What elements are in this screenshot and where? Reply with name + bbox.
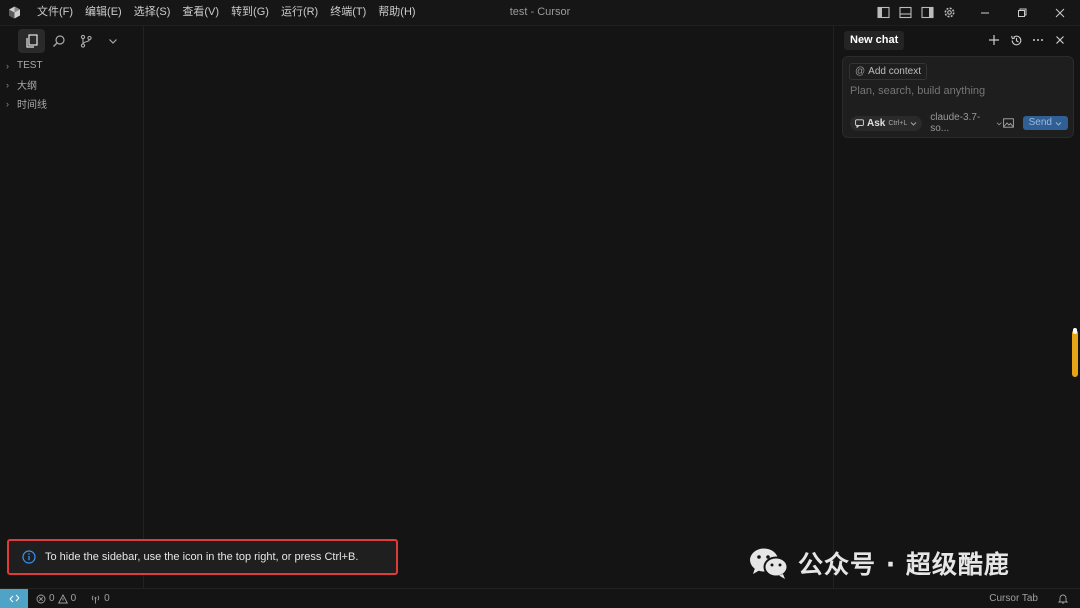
notifications-button[interactable]	[1058, 593, 1068, 604]
bell-icon	[1058, 594, 1068, 604]
warning-icon	[57, 593, 68, 603]
more-views-button[interactable]	[99, 29, 126, 53]
add-context-button[interactable]: @ Add context	[849, 63, 927, 80]
search-icon	[52, 35, 65, 47]
at-icon: @	[855, 66, 866, 77]
gear-icon	[944, 7, 954, 18]
more-horizontal-icon	[1033, 39, 1043, 41]
close-icon	[1055, 8, 1065, 17]
chat-composer: @ Add context Ask Ctrl+L claude-3.7-so..…	[842, 56, 1074, 138]
chat-mode-shortcut: Ctrl+L	[888, 119, 908, 127]
close-chat-button[interactable]	[1049, 30, 1071, 50]
sidebar-left-icon	[876, 6, 890, 19]
tree-section-outline[interactable]: › 大纲	[0, 75, 143, 94]
search-tab[interactable]	[45, 29, 72, 53]
watermark: 公众号 · 超级酷鹿	[748, 543, 1010, 583]
composer-controls: Ask Ctrl+L claude-3.7-so... Send	[850, 112, 1068, 134]
status-right: Cursor Tab	[981, 589, 1080, 608]
menu-run[interactable]: 运行(R)	[275, 0, 324, 25]
send-label: Send	[1028, 117, 1052, 128]
error-icon	[36, 594, 46, 603]
watermark-text: 公众号 · 超级酷鹿	[798, 550, 1010, 579]
source-control-tab[interactable]	[72, 29, 99, 53]
chat-tab-new-chat[interactable]: New chat	[844, 31, 905, 50]
plus-icon	[989, 35, 999, 45]
notification-message: To hide the sidebar, use the icon in the…	[45, 551, 359, 563]
menu-help[interactable]: 帮助(H)	[372, 0, 421, 25]
title-bar: 文件(F) 编辑(E) 选择(S) 查看(V) 转到(G) 运行(R) 终端(T…	[0, 0, 1080, 26]
info-icon	[22, 550, 36, 564]
menu-file[interactable]: 文件(F)	[31, 0, 79, 25]
restore-button[interactable]	[1002, 0, 1042, 25]
remote-icon	[9, 594, 19, 603]
layout-controls	[872, 0, 960, 25]
error-count: 0	[49, 593, 55, 604]
tree-section-label: 大纲	[17, 81, 37, 92]
sidebar-right-icon	[920, 6, 934, 19]
settings-button[interactable]	[938, 0, 960, 25]
panel-bottom-icon	[898, 6, 912, 19]
cursor-tab-status[interactable]: Cursor Tab	[989, 593, 1038, 604]
send-button[interactable]: Send	[1022, 116, 1068, 130]
chevron-down-icon	[910, 121, 917, 126]
chevron-down-icon	[108, 39, 117, 44]
ports-count: 0	[104, 593, 110, 604]
sidebar-view-tabs	[18, 29, 126, 53]
minimize-button[interactable]	[965, 0, 1005, 25]
image-icon	[1002, 118, 1014, 128]
chevron-right-icon: ›	[6, 98, 9, 109]
tree-section-test[interactable]: › TEST	[0, 56, 143, 75]
broadcast-icon	[91, 594, 100, 603]
explorer-tab[interactable]	[18, 29, 45, 53]
close-icon	[1056, 36, 1064, 44]
chat-more-button[interactable]	[1027, 30, 1049, 50]
model-label: claude-3.7-so...	[930, 112, 981, 134]
chat-mode-label: Ask	[867, 117, 886, 129]
menu-view[interactable]: 查看(V)	[176, 0, 225, 25]
chat-bubble-icon	[855, 118, 864, 128]
menu-bar: 文件(F) 编辑(E) 选择(S) 查看(V) 转到(G) 运行(R) 终端(T…	[31, 0, 422, 25]
chat-mode-select[interactable]: Ask Ctrl+L	[850, 115, 923, 131]
editor-area[interactable]	[144, 26, 832, 588]
warning-count: 0	[70, 593, 77, 604]
menu-go[interactable]: 转到(G)	[225, 0, 275, 25]
model-select[interactable]: claude-3.7-so...	[930, 112, 1002, 134]
chat-input[interactable]	[850, 85, 1065, 97]
toggle-primary-sidebar-button[interactable]	[872, 0, 894, 25]
tree-section-timeline[interactable]: › 时间线	[0, 94, 143, 113]
problems-indicator[interactable]: 0 0	[36, 593, 76, 604]
ports-indicator[interactable]: 0	[90, 593, 110, 604]
tree-section-label: TEST	[17, 60, 43, 71]
attach-image-button[interactable]	[1002, 116, 1015, 130]
chevron-right-icon: ›	[6, 60, 9, 71]
chat-history-button[interactable]	[1005, 30, 1027, 50]
remote-indicator-button[interactable]	[0, 589, 28, 608]
history-icon	[1010, 35, 1021, 45]
wechat-icon	[750, 548, 789, 579]
new-chat-button[interactable]	[983, 30, 1005, 50]
status-bar: 0 0 0 Cursor Tab	[0, 588, 1080, 608]
restore-icon	[1018, 8, 1027, 17]
menu-selection[interactable]: 选择(S)	[128, 0, 177, 25]
tree-section-label: 时间线	[17, 100, 47, 111]
chevron-down-icon	[1055, 121, 1062, 126]
toggle-panel-button[interactable]	[894, 0, 916, 25]
chat-panel: New chat @ Add context Ask Ctrl+L	[833, 26, 1080, 588]
cursor-logo-icon	[9, 6, 20, 19]
scrollbar-thumb[interactable]	[1072, 328, 1078, 377]
menu-edit[interactable]: 编辑(E)	[79, 0, 128, 25]
close-window-button[interactable]	[1040, 0, 1080, 25]
toggle-secondary-sidebar-button[interactable]	[916, 0, 938, 25]
chevron-right-icon: ›	[6, 79, 9, 90]
explorer-tree: › TEST › 大纲 › 时间线	[0, 56, 143, 113]
notification-toast: To hide the sidebar, use the icon in the…	[7, 539, 398, 575]
source-control-icon	[80, 34, 92, 48]
files-icon	[25, 34, 38, 48]
minimize-icon	[981, 12, 989, 13]
chat-actions	[983, 30, 1071, 50]
menu-terminal[interactable]: 终端(T)	[324, 0, 372, 25]
primary-sidebar: › TEST › 大纲 › 时间线	[0, 26, 144, 588]
add-context-label: Add context	[868, 66, 921, 77]
